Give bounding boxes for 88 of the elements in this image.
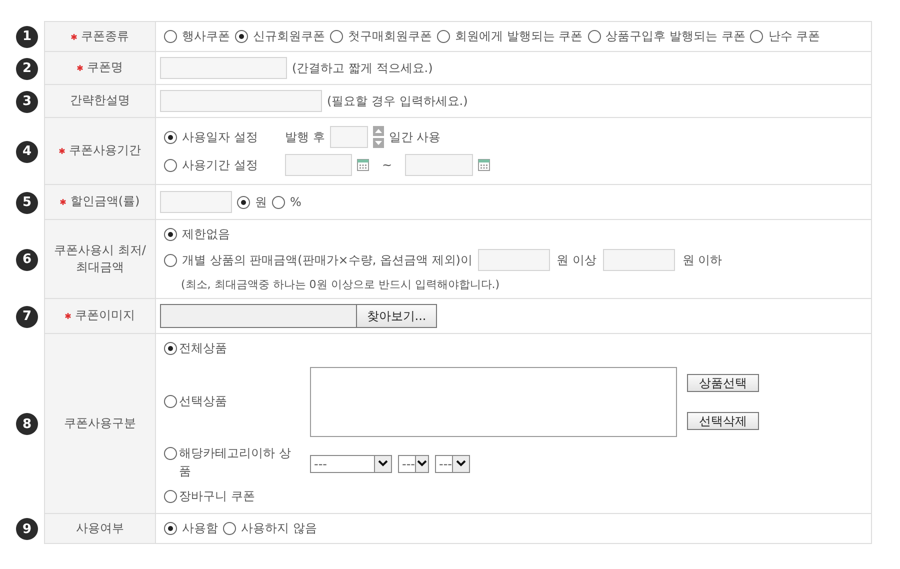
radio-label: 사용기간 설정 [182,156,259,174]
prefix-text: 발행 후 [285,128,325,146]
radio-label: 사용일자 설정 [182,128,259,146]
required-icon [60,199,66,205]
radio-button[interactable] [164,254,177,266]
range-separator: ~ [382,158,392,172]
radio-button[interactable] [164,228,177,241]
caret-icon [378,460,388,467]
radio-button[interactable] [330,30,343,43]
radio-button[interactable] [223,522,236,535]
days-field[interactable] [330,126,368,148]
category-select[interactable]: --- [435,454,470,472]
radio-button[interactable] [235,30,248,43]
radio-label: 행사쿠폰 [182,28,230,45]
field-label: 할인금액(률) [70,193,140,210]
start-date-field[interactable] [285,154,352,176]
radio-button[interactable] [164,158,177,172]
field-label: 쿠폰이미지 [75,307,135,324]
radio-label: 개별 상품의 판매금액(판매가×수량, 옵션금액 제외)이 [182,252,472,268]
caret-icon [456,460,466,467]
product-list-field[interactable] [310,367,677,437]
action-button[interactable]: 상품선택 [687,374,759,392]
radio-button[interactable] [164,447,177,460]
step-badge: 9 [16,518,38,540]
caret-icon [417,460,427,467]
step-badge: 2 [16,58,38,80]
radio-label: 선택상품 [179,392,227,410]
radio-button[interactable] [164,130,177,144]
max-amount-field[interactable] [603,249,676,271]
radio-label: 전체상품 [179,340,227,357]
radio-label: 회원에게 발행되는 쿠폰 [455,28,583,45]
radio-label: 장바구니 쿠폰 [179,488,255,505]
calendar-icon[interactable] [478,159,490,171]
field-label: 간략한설명 [70,92,130,110]
note-text: (최소, 최대금액중 하나는 0원 이상으로 반드시 입력해야합니다.) [181,277,500,292]
suffix-text: 일간 사용 [388,128,441,146]
hint-text: (간결하고 짧게 적으세요.) [292,60,433,76]
step-badge: 8 [16,413,38,435]
radio-label: 원 [255,194,267,210]
required-icon [59,148,65,154]
radio-label: 해당카테고리이하 상품 [179,445,292,480]
radio-button[interactable] [164,490,177,503]
step-badge: 1 [16,26,38,48]
step-badge: 4 [16,140,38,162]
radio-label: 제한없음 [182,226,230,243]
radio-button[interactable] [164,30,177,43]
file-path-field[interactable] [160,304,356,328]
required-icon [71,34,77,40]
radio-button[interactable] [272,196,285,208]
radio-button[interactable] [164,522,177,535]
radio-label: 사용하지 않음 [241,520,317,537]
amount-field[interactable] [160,191,232,213]
field-label: 쿠폰종류 [81,28,129,45]
radio-label: 첫구매회원쿠폰 [348,28,432,45]
field-label: 사용여부 [76,520,124,537]
radio-button[interactable] [588,30,601,43]
radio-label: 사용함 [182,520,218,537]
step-badge: 7 [16,306,38,328]
min-suffix-text: 원 이상 [556,252,596,268]
radio-label: % [290,195,302,209]
radio-label: 신규회원쿠폰 [253,28,325,45]
calendar-icon[interactable] [357,159,369,171]
hint-text: (필요할 경우 입력하세요.) [327,92,468,110]
radio-label: 난수 쿠폰 [768,28,820,45]
text-field[interactable] [160,57,287,79]
max-suffix-text: 원 이하 [682,252,722,268]
step-badge: 3 [16,90,38,112]
radio-button[interactable] [750,30,764,43]
step-badge: 6 [16,248,38,270]
min-amount-field[interactable] [478,249,550,271]
radio-label: 상품구입후 발행되는 쿠폰 [606,28,746,45]
end-date-field[interactable] [405,154,474,176]
radio-button[interactable] [164,342,177,355]
step-badge: 5 [16,192,38,214]
required-icon [77,65,83,71]
field-label: 쿠폰사용구분 [64,414,136,432]
browse-button[interactable]: 찾아보기... [356,304,437,328]
field-label: 쿠폰사용시 최저/최대금액 [53,242,147,276]
text-field[interactable] [160,90,322,112]
radio-button[interactable] [437,30,450,43]
radio-button[interactable] [164,394,177,408]
radio-button[interactable] [237,196,250,208]
required-icon [65,313,71,319]
category-select[interactable]: --- [310,454,392,472]
action-button[interactable]: 선택삭제 [687,412,759,430]
field-label: 쿠폰사용기간 [69,142,141,160]
field-label: 쿠폰명 [87,59,123,76]
category-select[interactable]: --- [398,454,429,472]
